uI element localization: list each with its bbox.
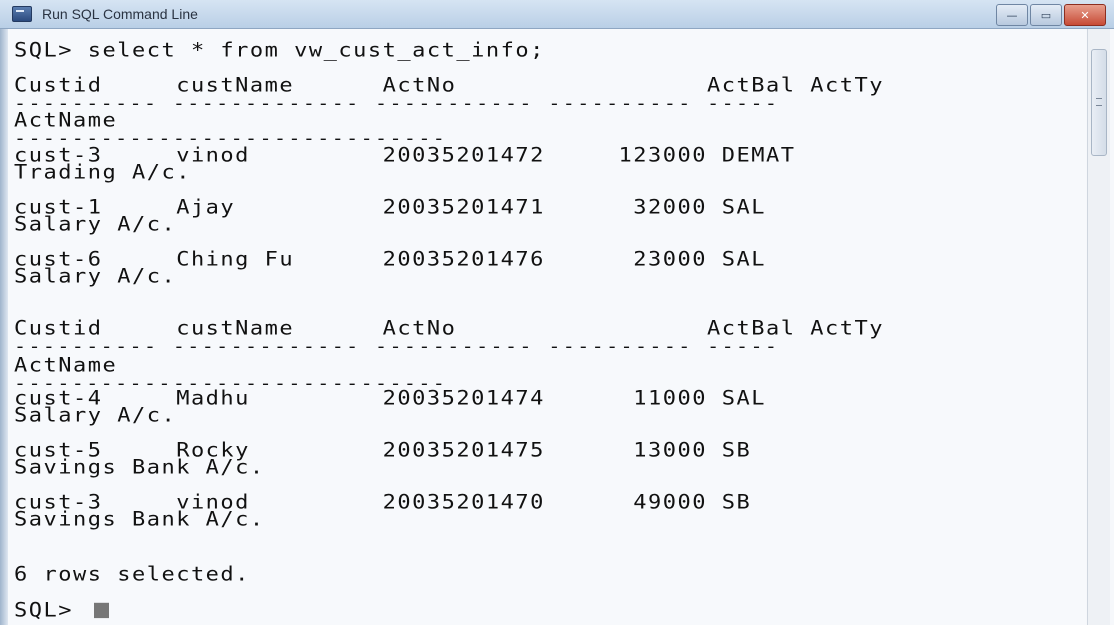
sql-command-line: SQL> select * from vw_cust_act_info;: [14, 39, 545, 62]
text-cursor: [93, 602, 109, 619]
console-output[interactable]: SQL> select * from vw_cust_act_info; Cus…: [8, 29, 1086, 625]
table-row-actname: Salary A/c.: [14, 404, 177, 427]
table-row-actname: Trading A/c.: [14, 161, 191, 184]
sqlplus-app-icon: [12, 6, 32, 22]
column-header-underline: ---------- ------------- ----------- ---…: [14, 335, 780, 357]
vertical-scrollbar[interactable]: [1087, 29, 1110, 625]
close-button[interactable]: ✕: [1064, 4, 1106, 26]
minimize-button[interactable]: —: [996, 4, 1028, 26]
column-header-underline: ---------- ------------- ----------- ---…: [14, 92, 780, 114]
sql-prompt-text: SQL>: [14, 599, 88, 622]
grip-icon: [1096, 98, 1102, 106]
table-row-actname: Salary A/c.: [14, 265, 177, 288]
title-bar[interactable]: Run SQL Command Line — ▭ ✕: [0, 0, 1114, 29]
maximize-button[interactable]: ▭: [1030, 4, 1062, 26]
scrollbar-thumb[interactable]: [1091, 49, 1107, 156]
window-title: Run SQL Command Line: [42, 6, 198, 22]
table-row-actname: Savings Bank A/c.: [14, 508, 265, 531]
window-controls: — ▭ ✕: [996, 4, 1106, 26]
sql-prompt[interactable]: SQL>: [14, 601, 109, 621]
rows-selected-message: 6 rows selected.: [14, 563, 250, 586]
window-left-edge: [0, 29, 8, 625]
sql-command-line-window: Run SQL Command Line — ▭ ✕ SQL> select *…: [0, 0, 1114, 625]
table-row-actname: Salary A/c.: [14, 213, 177, 236]
table-row-actname: Savings Bank A/c.: [14, 456, 265, 479]
